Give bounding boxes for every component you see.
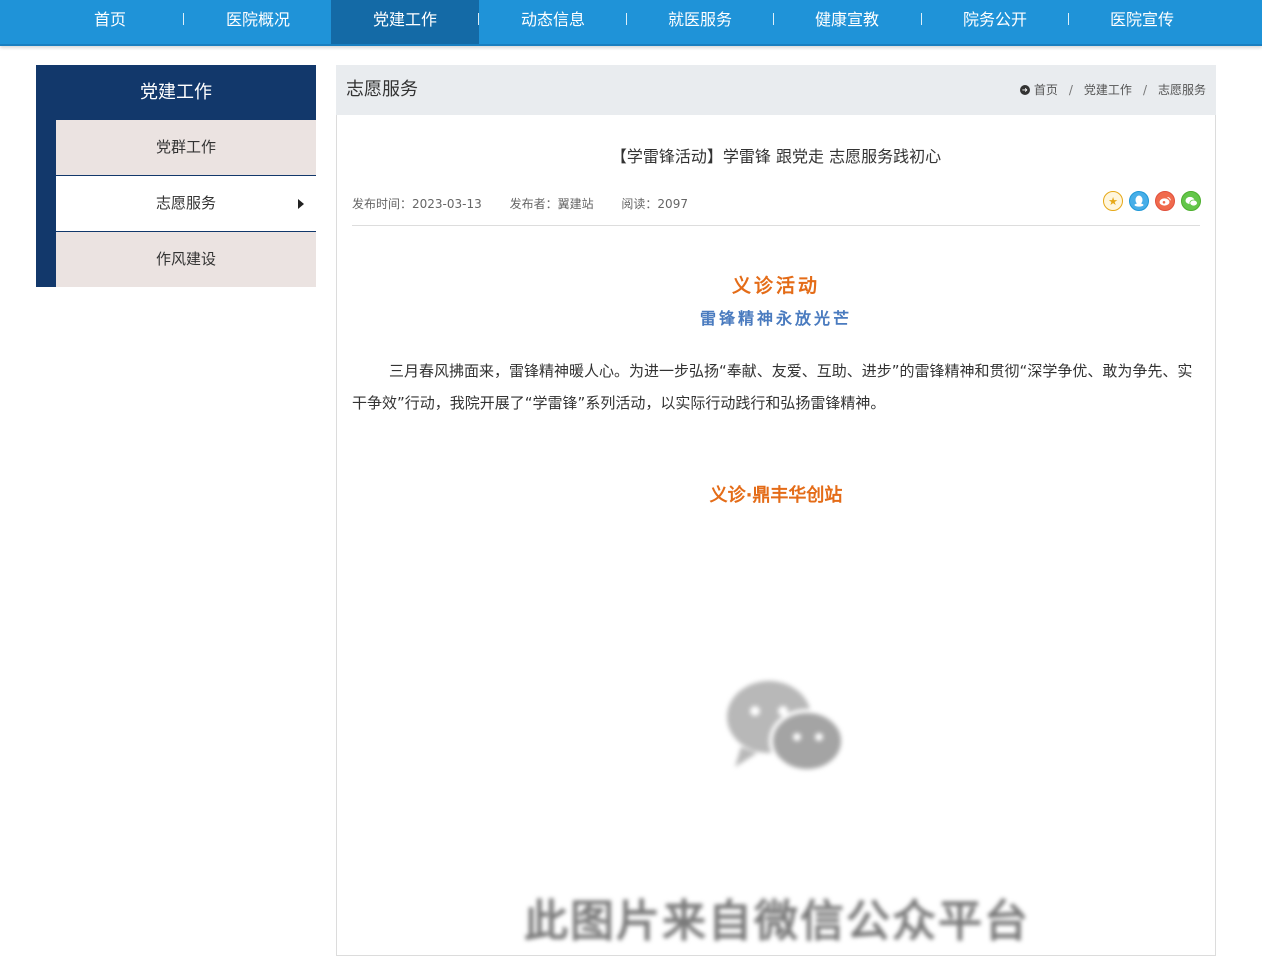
star-icon[interactable]: ★ — [1103, 191, 1123, 211]
wechat-logo-icon — [727, 681, 845, 773]
sidebar: 党建工作 党群工作 志愿服务 作风建设 — [36, 65, 316, 287]
section-title: 志愿服务 — [346, 79, 418, 100]
nav-item-news[interactable]: 动态信息 — [479, 0, 627, 44]
article-title: 【学雷锋活动】学雷锋 跟党走 志愿服务践初心 — [610, 147, 942, 166]
image-placeholder: 此图片来自微信公众平台 — [457, 655, 1097, 955]
breadcrumb-separator: / — [1142, 83, 1147, 97]
sidebar-item-label: 党群工作 — [155, 138, 216, 156]
article-container: 【学雷锋活动】学雷锋 跟党走 志愿服务践初心 发布时间：2023-03-13 发… — [336, 115, 1216, 956]
qq-icon[interactable] — [1129, 191, 1149, 211]
nav-item-affairs-disclosure[interactable]: 院务公开 — [921, 0, 1069, 44]
article-meta: 发布时间：2023-03-13 发布者：翼建站 阅读：2097 — [352, 195, 712, 212]
top-navigation: 首页 医院概况 党建工作 动态信息 就医服务 健康宣教 院务公开 医院宣传 — [0, 0, 1262, 46]
section-header: 志愿服务 ➜ 首页 / 党建工作 / 志愿服务 — [336, 65, 1216, 115]
content-paragraph: 三月春风拂面来，雷锋精神暖人心。为进一步弘扬“奉献、友爱、互助、进步”的雷锋精神… — [352, 362, 1193, 412]
sidebar-item-label: 志愿服务 — [155, 194, 216, 212]
weibo-icon[interactable] — [1155, 191, 1175, 211]
caret-right-icon — [298, 199, 304, 209]
nav-item-home[interactable]: 首页 — [36, 0, 184, 44]
publisher: 发布者：翼建站 — [509, 197, 594, 211]
content-heading-sub: 雷锋精神永放光芒 — [699, 309, 852, 328]
wechat-icon[interactable] — [1181, 191, 1201, 211]
nav-item-health-education[interactable]: 健康宣教 — [773, 0, 921, 44]
content-heading-main: 义诊活动 — [731, 275, 820, 297]
sidebar-item-label: 作风建设 — [155, 250, 216, 268]
sidebar-item-work-style[interactable]: 作风建设 — [56, 232, 316, 287]
sidebar-item-party-mass-work[interactable]: 党群工作 — [56, 120, 316, 175]
breadcrumb-separator: / — [1068, 83, 1073, 97]
nav-item-medical-services[interactable]: 就医服务 — [626, 0, 774, 44]
publish-time: 发布时间：2023-03-13 — [352, 197, 482, 211]
read-count: 阅读：2097 — [621, 197, 688, 211]
breadcrumb-home[interactable]: 首页 — [1034, 65, 1058, 115]
content-heading-station: 义诊·鼎丰华创站 — [709, 485, 843, 506]
breadcrumb-current: 志愿服务 — [1157, 83, 1206, 97]
sidebar-title: 党建工作 — [140, 82, 212, 103]
nav-item-party-building[interactable]: 党建工作 — [331, 0, 479, 44]
sidebar-item-volunteer-service[interactable]: 志愿服务 — [56, 176, 316, 231]
share-buttons: ★ — [1103, 191, 1201, 211]
breadcrumb: ➜ 首页 / 党建工作 / 志愿服务 — [1019, 65, 1206, 115]
divider — [352, 225, 1200, 226]
nav-item-publicity[interactable]: 医院宣传 — [1068, 0, 1216, 44]
breadcrumb-level1[interactable]: 党建工作 — [1084, 65, 1132, 115]
home-arrow-icon: ➜ — [1019, 85, 1030, 95]
nav-item-overview[interactable]: 医院概况 — [184, 0, 332, 44]
placeholder-text: 此图片来自微信公众平台 — [524, 896, 1030, 947]
